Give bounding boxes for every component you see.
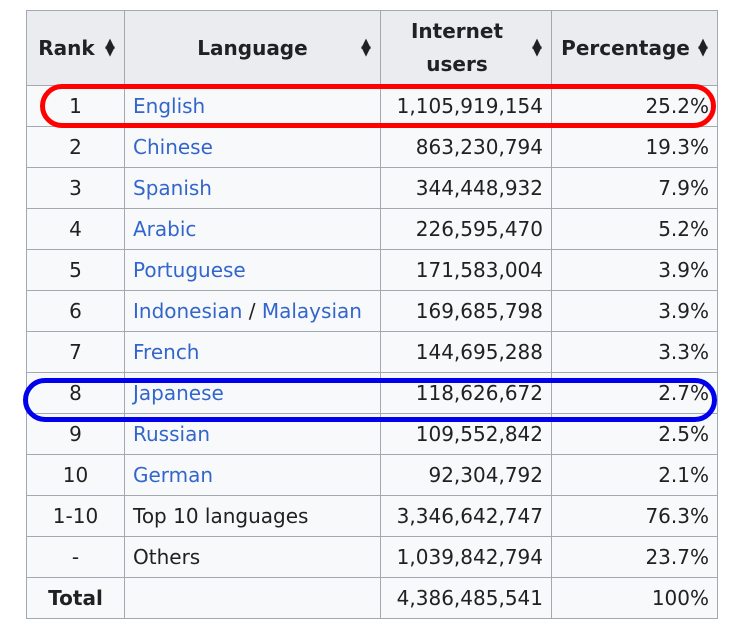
language-link[interactable]: English [133,94,205,118]
language-separator: / [242,299,262,323]
users-cell: 118,626,672 [380,372,552,414]
percentage-cell: 23.7% [551,536,718,578]
percentage-cell: 3.3% [551,331,718,373]
language-cell: Arabic [124,208,381,250]
language-link[interactable]: Portuguese [133,258,246,282]
users-cell: 3,346,642,747 [380,495,552,537]
sort-arrows-icon[interactable]: ▲ ▼ [532,37,542,58]
percentage-header-label: Percentage [561,36,690,60]
language-cell: Russian [124,413,381,455]
rank-cell: - [26,536,125,578]
rank-cell: 6 [26,290,125,332]
internet-users-header[interactable]: Internet users ▲ ▼ [380,10,552,86]
language-cell: Top 10 languages [124,495,381,537]
languages-table: Rank ▲ ▼ Language ▲ ▼ Internet users ▲ ▼ Pe… [26,10,718,619]
language-cell: English [124,85,381,127]
language-cell: Portuguese [124,249,381,291]
internet-users-header-line1: Internet [410,19,504,43]
language-link[interactable]: Spanish [133,176,212,200]
language-cell: Chinese [124,126,381,168]
users-cell: 169,685,798 [380,290,552,332]
language-link[interactable]: Chinese [133,135,213,159]
table-row: 1-10 Top 10 languages 3,346,642,747 76.3… [26,495,718,537]
percentage-cell: 2.1% [551,454,718,496]
language-cell: German [124,454,381,496]
language-link[interactable]: German [133,463,213,487]
language-cell: Spanish [124,167,381,209]
language-link[interactable]: Arabic [133,217,196,241]
table-row: 5 Portuguese 171,583,004 3.9% [26,249,718,291]
table-row: 7 French 144,695,288 3.3% [26,331,718,373]
sort-arrows-icon[interactable]: ▲ ▼ [361,37,371,58]
percentage-cell: 2.7% [551,372,718,414]
users-cell: 109,552,842 [380,413,552,455]
rank-cell: 2 [26,126,125,168]
percentage-cell: 19.3% [551,126,718,168]
percentage-cell: 3.9% [551,249,718,291]
rank-cell: 5 [26,249,125,291]
total-users-cell: 4,386,485,541 [380,577,552,619]
percentage-cell: 25.2% [551,85,718,127]
users-cell: 344,448,932 [380,167,552,209]
language-link[interactable]: Russian [133,422,210,446]
users-cell: 226,595,470 [380,208,552,250]
table-row: 6 Indonesian / Malaysian 169,685,798 3.9… [26,290,718,332]
language-link-malaysian[interactable]: Malaysian [262,299,362,323]
rank-header[interactable]: Rank ▲ ▼ [26,10,125,86]
rank-cell: 9 [26,413,125,455]
total-percentage-cell: 100% [551,577,718,619]
table-row: 9 Russian 109,552,842 2.5% [26,413,718,455]
internet-users-header-line2: users [426,52,488,76]
language-link-indonesian[interactable]: Indonesian [133,299,242,323]
language-link[interactable]: Japanese [133,381,224,405]
language-cell: French [124,331,381,373]
total-language-cell [124,577,381,619]
language-header[interactable]: Language ▲ ▼ [124,10,381,86]
percentage-cell: 76.3% [551,495,718,537]
table-row: 10 German 92,304,792 2.1% [26,454,718,496]
users-cell: 92,304,792 [380,454,552,496]
users-cell: 144,695,288 [380,331,552,373]
users-cell: 1,039,842,794 [380,536,552,578]
table-row: 1 English 1,105,919,154 25.2% [26,85,718,127]
table-row: - Others 1,039,842,794 23.7% [26,536,718,578]
language-cell: Indonesian / Malaysian [124,290,381,332]
total-label: Total [26,577,125,619]
header-row: Rank ▲ ▼ Language ▲ ▼ Internet users ▲ ▼ Pe… [26,10,718,86]
rank-cell: 1-10 [26,495,125,537]
language-cell: Others [124,536,381,578]
rank-cell: 7 [26,331,125,373]
rank-cell: 1 [26,85,125,127]
sort-arrows-icon[interactable]: ▲ ▼ [698,37,708,58]
users-cell: 863,230,794 [380,126,552,168]
rank-cell: 10 [26,454,125,496]
rank-cell: 8 [26,372,125,414]
table-row: 2 Chinese 863,230,794 19.3% [26,126,718,168]
rank-header-label: Rank [38,36,95,60]
total-row: Total 4,386,485,541 100% [26,577,718,619]
rank-cell: 3 [26,167,125,209]
table-row: 3 Spanish 344,448,932 7.9% [26,167,718,209]
rank-cell: 4 [26,208,125,250]
percentage-cell: 7.9% [551,167,718,209]
language-cell: Japanese [124,372,381,414]
internet-users-header-label: Internet users [411,15,503,81]
percentage-cell: 3.9% [551,290,718,332]
table-row: 4 Arabic 226,595,470 5.2% [26,208,718,250]
language-header-label: Language [197,36,308,60]
percentage-header[interactable]: Percentage ▲ ▼ [551,10,718,86]
sort-arrows-icon[interactable]: ▲ ▼ [105,37,115,58]
language-link[interactable]: French [133,340,199,364]
percentage-cell: 5.2% [551,208,718,250]
users-cell: 1,105,919,154 [380,85,552,127]
table-row: 8 Japanese 118,626,672 2.7% [26,372,718,414]
percentage-cell: 2.5% [551,413,718,455]
users-cell: 171,583,004 [380,249,552,291]
